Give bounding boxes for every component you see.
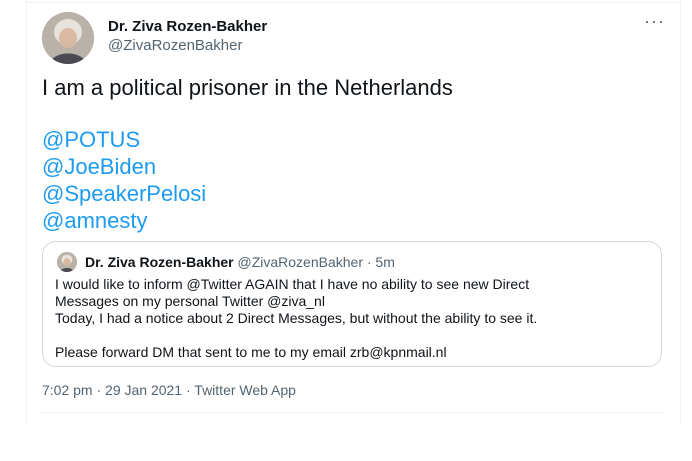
quote-line-spacer — [55, 327, 651, 344]
author-handle[interactable]: @ZivaRozenBakher — [108, 37, 242, 54]
author-name[interactable]: Dr. Ziva Rozen-Bakher — [108, 18, 267, 35]
more-options-icon[interactable]: ··· — [644, 11, 665, 32]
mention-list: @POTUS @JoeBiden @SpeakerPelosi @amnesty — [42, 126, 206, 234]
tweet-timestamp[interactable]: 7:02 pm · 29 Jan 2021 · Twitter Web App — [42, 382, 296, 398]
avatar[interactable] — [42, 12, 94, 64]
mention-link[interactable]: @amnesty — [42, 207, 206, 234]
quote-line: Today, I had a notice about 2 Direct Mes… — [55, 310, 538, 326]
quote-avatar — [57, 252, 77, 272]
mention-link[interactable]: @SpeakerPelosi — [42, 180, 206, 207]
mention-link[interactable]: @POTUS — [42, 126, 206, 153]
mention-link[interactable]: @JoeBiden — [42, 153, 206, 180]
quote-line: I would like to inform @Twitter AGAIN th… — [55, 276, 530, 292]
quote-header: Dr. Ziva Rozen-Bakher @ZivaRozenBakher ·… — [85, 254, 395, 270]
quote-author-name: Dr. Ziva Rozen-Bakher — [85, 254, 234, 270]
bottom-divider — [42, 412, 664, 413]
quote-line: Messages on my personal Twitter @ziva_nl — [55, 293, 325, 309]
quote-meta: @ZivaRozenBakher · 5m — [237, 254, 395, 270]
tweet-text: I am a political prisoner in the Netherl… — [42, 75, 453, 100]
quote-line: Please forward DM that sent to me to my … — [55, 344, 447, 360]
quote-text: I would like to inform @Twitter AGAIN th… — [55, 276, 651, 361]
quoted-tweet[interactable]: Dr. Ziva Rozen-Bakher @ZivaRozenBakher ·… — [42, 241, 662, 367]
